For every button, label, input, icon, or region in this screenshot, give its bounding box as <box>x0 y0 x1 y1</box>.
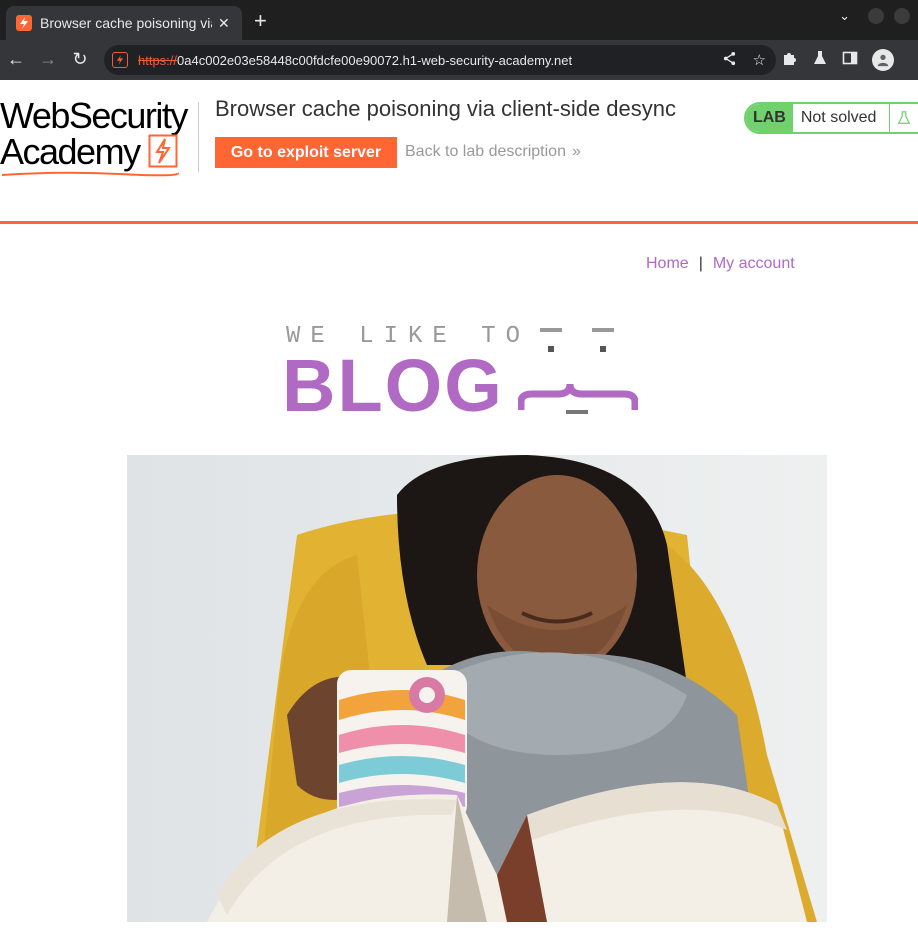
double-chevron-right-icon: » <box>571 143 581 160</box>
nav-separator: | <box>698 255 703 272</box>
url-host: 0a4c002e03e58448c00fdcfe00e90072.h1-web-… <box>177 52 573 68</box>
bookmark-star-icon[interactable]: ☆ <box>753 51 766 70</box>
browser-tabbar: Browser cache poisoning via client-side … <box>0 0 918 40</box>
labs-flask-icon[interactable] <box>812 50 828 71</box>
share-icon[interactable] <box>722 51 737 70</box>
reload-icon[interactable]: ↻ <box>69 49 91 70</box>
extensions-puzzle-icon[interactable] <box>782 50 798 71</box>
flask-icon <box>888 104 918 132</box>
side-panel-icon[interactable] <box>842 50 858 71</box>
window-minimize-button[interactable] <box>868 8 884 24</box>
status-lab-tag: LAB <box>746 104 793 132</box>
nav-my-account-link[interactable]: My account <box>713 255 795 272</box>
not-secure-icon[interactable] <box>112 52 128 68</box>
window-maximize-button[interactable] <box>894 8 910 24</box>
lab-header: WebSecurity Academy Browser cache poison… <box>0 80 918 224</box>
browser-tab[interactable]: Browser cache poisoning via client-side … <box>6 6 242 40</box>
logo-underline-swoosh <box>1 171 180 177</box>
header-divider <box>198 102 199 172</box>
logo-text-line1: WebSecurity <box>0 95 188 136</box>
portswigger-favicon-icon <box>16 15 32 31</box>
lab-status-widget: LAB Not solved <box>744 102 918 134</box>
nav-home-link[interactable]: Home <box>646 255 689 272</box>
blog-nav: Home | My account <box>646 255 795 273</box>
logo-bolt-icon <box>148 134 178 168</box>
tab-search-chevron-icon[interactable]: ⌄ <box>839 8 850 24</box>
blog-hero-image <box>127 455 827 922</box>
back-arrow-icon[interactable]: ← <box>5 49 27 70</box>
logo-text-line2: Academy <box>0 134 200 170</box>
web-security-academy-logo[interactable]: WebSecurity Academy <box>0 98 200 178</box>
back-to-lab-description-link[interactable]: Back to lab description» <box>405 143 581 161</box>
tab-title: Browser cache poisoning via client-side … <box>40 15 212 31</box>
tab-close-icon[interactable]: ✕ <box>218 15 230 32</box>
blog-face-logo-icon <box>518 328 638 414</box>
profile-avatar-icon[interactable] <box>872 49 894 71</box>
banner-title: BLOG <box>282 344 504 427</box>
lab-title: Browser cache poisoning via client-side … <box>215 96 677 121</box>
forward-arrow-icon[interactable]: → <box>37 49 59 70</box>
new-tab-button[interactable]: + <box>254 8 267 34</box>
url-scheme: https:// <box>138 52 178 68</box>
go-to-exploit-server-button[interactable]: Go to exploit server <box>215 137 397 168</box>
browser-toolbar: ← → ↻ https:// 0a4c002e03e58448c00fdcfe0… <box>0 40 918 80</box>
status-text: Not solved <box>800 109 877 126</box>
address-bar[interactable]: https:// 0a4c002e03e58448c00fdcfe00e9007… <box>104 45 776 75</box>
